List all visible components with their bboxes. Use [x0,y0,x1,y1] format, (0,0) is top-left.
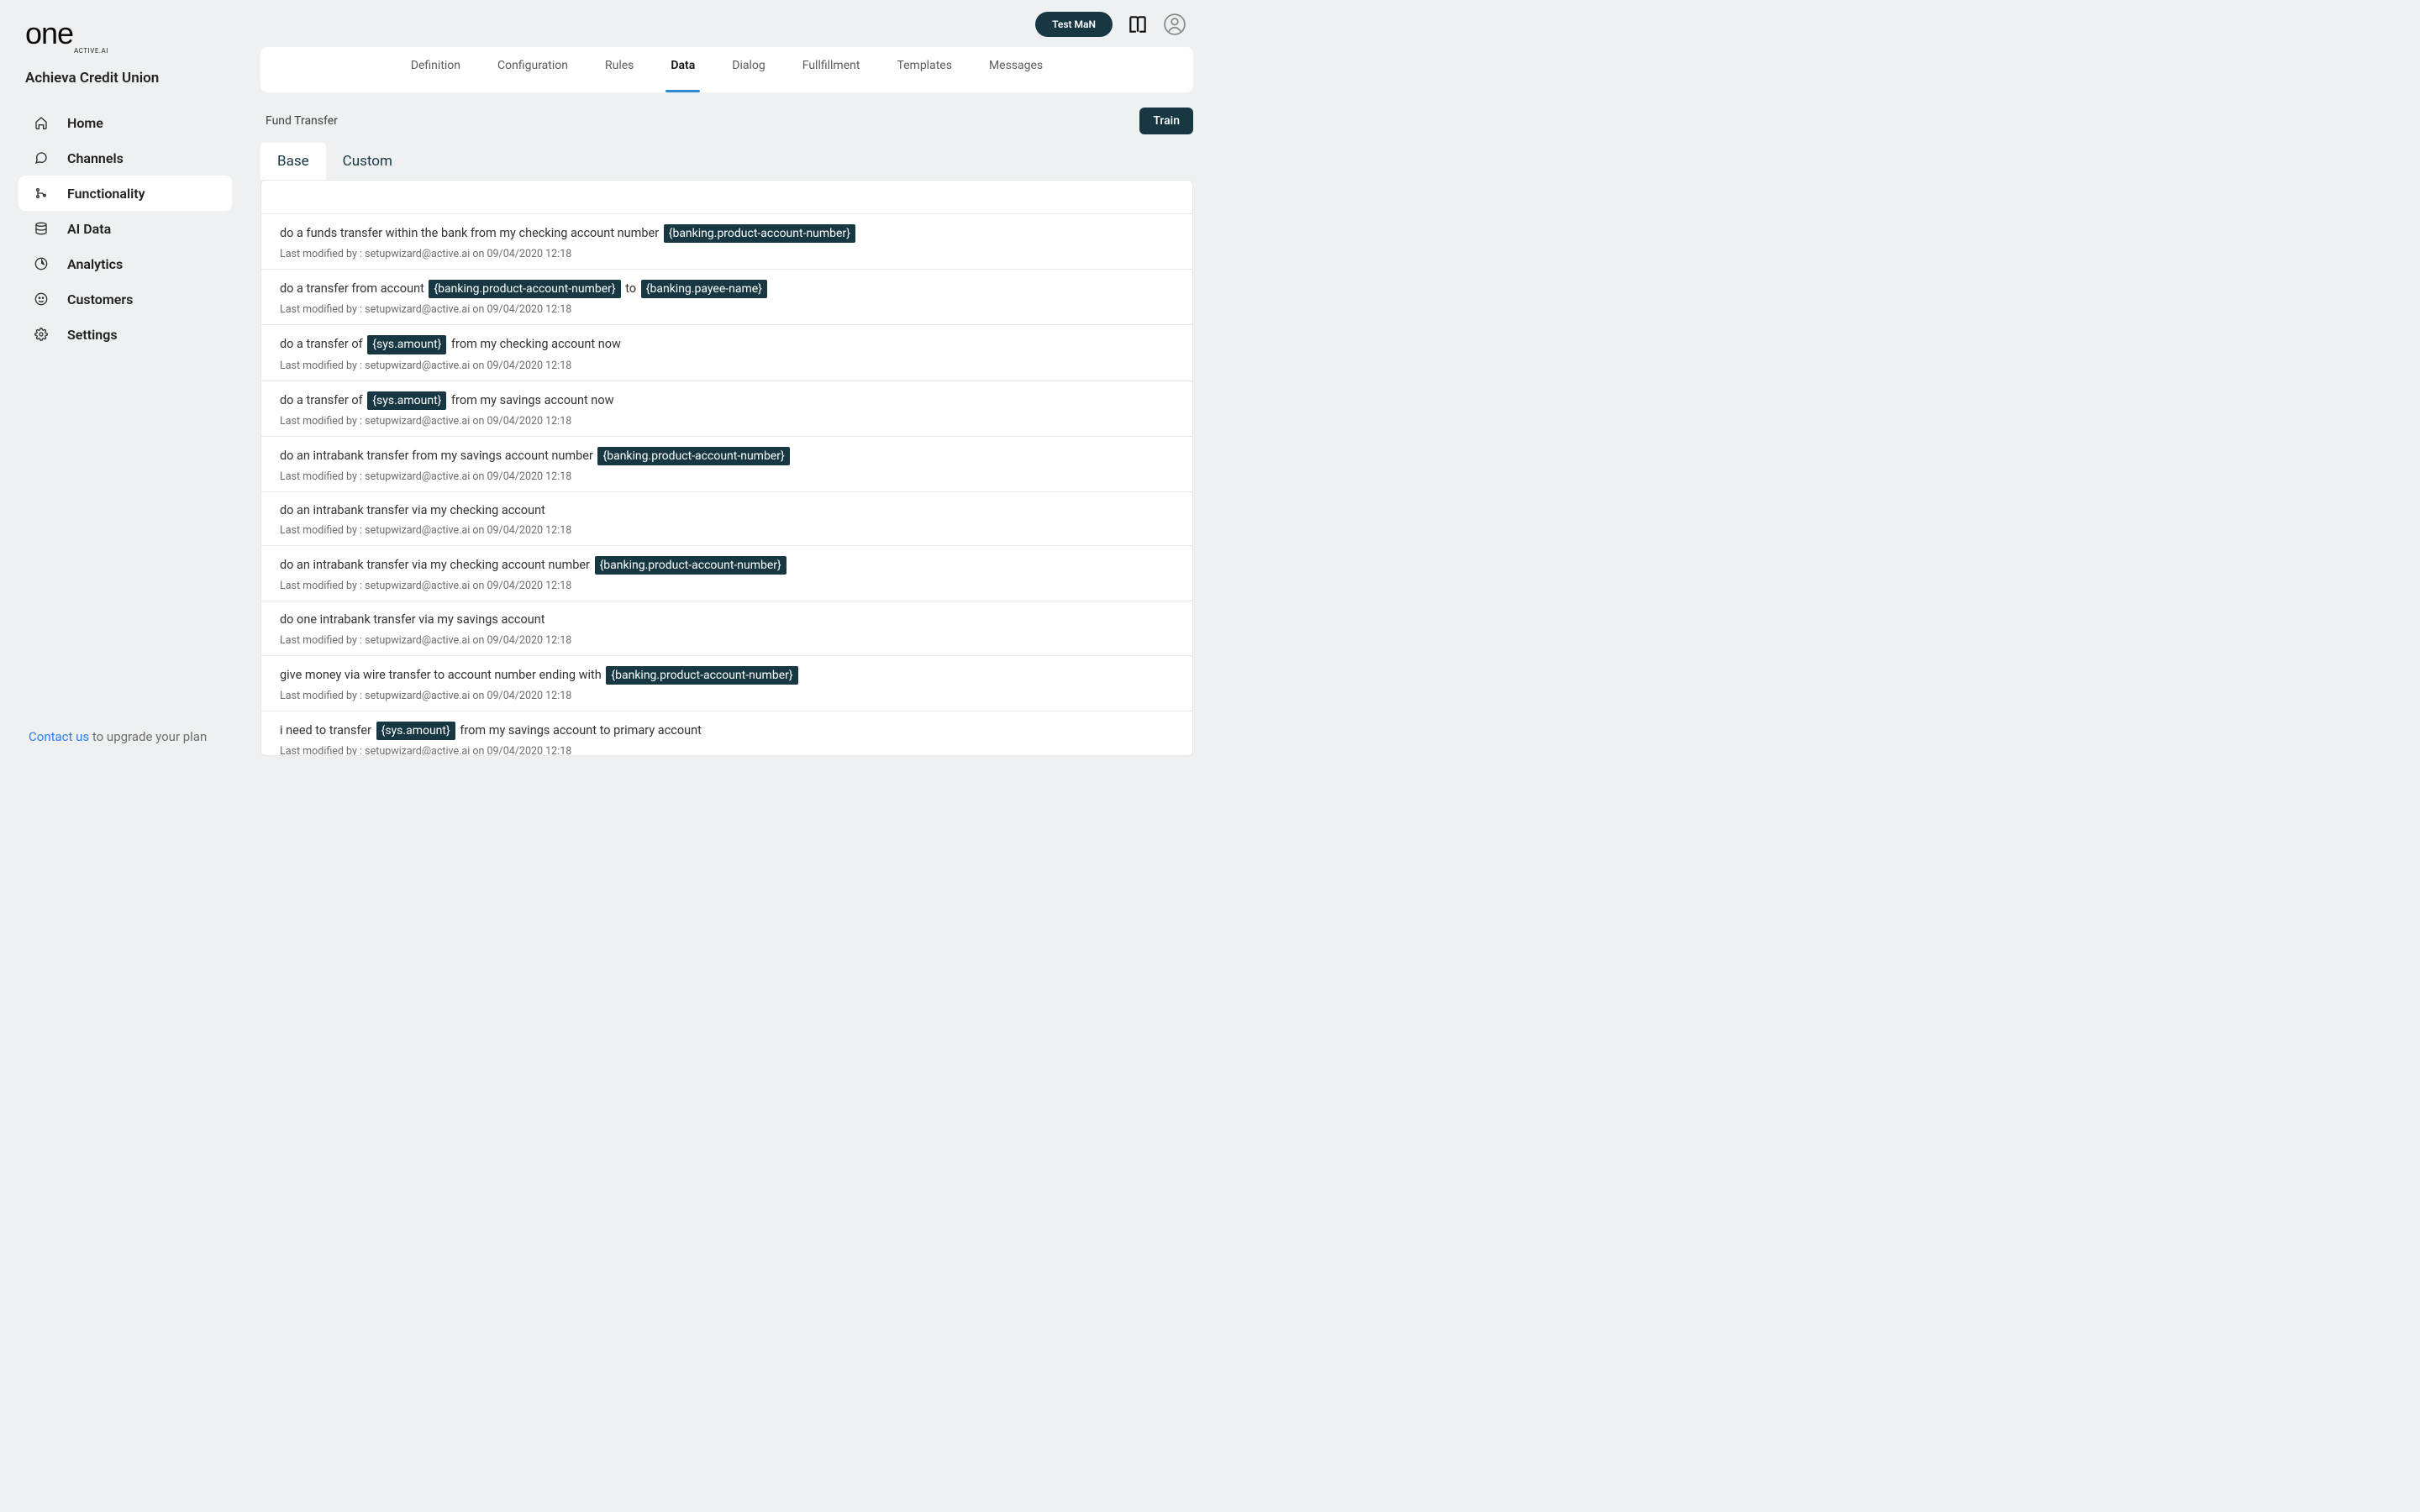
subtabs: Base Custom [244,143,1210,180]
tab-fullfillment[interactable]: Fullfillment [801,59,862,81]
sidebar: one ACTIVE.AI Achieva Credit Union Home … [0,0,244,756]
brand-logo: one ACTIVE.AI [0,0,244,60]
tab-configuration[interactable]: Configuration [496,59,570,81]
utterance-meta: Last modified by : setupwizard@active.ai… [280,415,1174,428]
channels-icon [34,151,49,165]
tab-definition[interactable]: Definition [409,59,462,81]
list-item[interactable]: do a transfer of {sys.amount} from my ch… [261,325,1192,381]
utterance-text: do a transfer from account {banking.prod… [280,280,1174,298]
list-item[interactable]: i need to transfer {sys.amount} from my … [261,711,1192,756]
topbar: Test MaN [244,0,1210,47]
sidebar-item-label: Channels [67,150,124,166]
utterance-text: do an intrabank transfer via my checking… [280,556,1174,575]
contact-us-link[interactable]: Contact us [29,729,89,744]
book-icon[interactable] [1126,13,1150,36]
tab-dialog[interactable]: Dialog [730,59,766,81]
sidebar-item-label: Customers [67,291,133,307]
sidebar-item-home[interactable]: Home [18,105,232,140]
sidebar-item-label: Functionality [67,186,145,202]
entity-chip: {banking.product-account-number} [429,280,620,298]
entity-chip: {banking.product-account-number} [664,224,855,243]
org-name: Achieva Credit Union [0,60,244,105]
sidebar-footer: Contact us to upgrade your plan [0,717,244,756]
list-item[interactable]: do one intrabank transfer via my savings… [261,601,1192,655]
tab-templates[interactable]: Templates [895,59,954,81]
utterance-list: do a funds transfer within the bank from… [260,180,1193,756]
brand-name: one [25,16,73,50]
utterance-meta: Last modified by : setupwizard@active.ai… [280,634,1174,647]
utterance-meta: Last modified by : setupwizard@active.ai… [280,303,1174,316]
entity-chip: {banking.product-account-number} [595,556,786,575]
utterance-text: do an intrabank transfer from my savings… [280,447,1174,465]
tabbar: Definition Configuration Rules Data Dial… [260,47,1193,92]
utterance-meta: Last modified by : setupwizard@active.ai… [280,524,1174,537]
sidebar-item-label: Analytics [67,256,123,272]
brand-subtitle: ACTIVE.AI [74,47,218,55]
list-item[interactable]: do a transfer from account {banking.prod… [261,270,1192,325]
entity-chip: {sys.amount} [376,722,455,740]
utterance-meta: Last modified by : setupwizard@active.ai… [280,745,1174,756]
subtab-base[interactable]: Base [260,143,326,180]
database-icon [34,222,49,235]
sidebar-item-label: Settings [67,327,118,343]
utterance-text: do a transfer of {sys.amount} from my ch… [280,335,1174,354]
tab-rules[interactable]: Rules [603,59,635,81]
account-badge[interactable]: Test MaN [1035,12,1113,37]
entity-chip: {banking.product-account-number} [597,447,789,465]
home-icon [34,116,49,129]
list-item[interactable]: do an intrabank transfer via my checking… [261,492,1192,546]
utterance-meta: Last modified by : setupwizard@active.ai… [280,360,1174,372]
sidebar-item-settings[interactable]: Settings [18,317,232,352]
subtab-custom[interactable]: Custom [326,143,409,180]
breadcrumb: Fund Transfer [260,114,338,128]
sidebar-item-label: AI Data [67,221,111,237]
train-button[interactable]: Train [1139,108,1193,134]
tab-messages[interactable]: Messages [987,59,1044,81]
entity-chip: {banking.product-account-number} [606,666,797,685]
footer-text: to upgrade your plan [89,729,207,744]
page-header: Fund Transfer Train [244,92,1210,143]
list-item[interactable]: do an intrabank transfer from my savings… [261,437,1192,492]
functionality-icon [34,186,49,200]
list-item[interactable]: give money via wire transfer to account … [261,656,1192,711]
utterance-text: do a transfer of {sys.amount} from my sa… [280,391,1174,410]
sidebar-item-label: Home [67,115,103,131]
utterance-text: do one intrabank transfer via my savings… [280,612,1174,628]
sidebar-nav: Home Channels Functionality AI Data Anal… [0,105,244,352]
sidebar-item-ai-data[interactable]: AI Data [18,211,232,246]
entity-chip: {sys.amount} [367,391,446,410]
utterance-text: give money via wire transfer to account … [280,666,1174,685]
entity-chip: {banking.payee-name} [641,280,767,298]
list-item[interactable]: do a transfer of {sys.amount} from my sa… [261,381,1192,437]
utterance-text: do an intrabank transfer via my checking… [280,502,1174,519]
list-item[interactable]: do a funds transfer within the bank from… [261,214,1192,270]
utterance-meta: Last modified by : setupwizard@active.ai… [280,580,1174,592]
sidebar-item-functionality[interactable]: Functionality [18,176,232,211]
main-content: Test MaN Definition Configuration Rules … [244,0,1210,756]
sidebar-item-analytics[interactable]: Analytics [18,246,232,281]
utterance-text: i need to transfer {sys.amount} from my … [280,722,1174,740]
utterance-meta: Last modified by : setupwizard@active.ai… [280,470,1174,483]
customers-icon [34,292,49,306]
utterance-meta: Last modified by : setupwizard@active.ai… [280,690,1174,702]
analytics-icon [34,257,49,270]
utterance-meta: Last modified by : setupwizard@active.ai… [280,248,1174,260]
sidebar-item-customers[interactable]: Customers [18,281,232,317]
entity-chip: {sys.amount} [367,335,446,354]
list-header [261,181,1192,214]
list-item[interactable]: do an intrabank transfer via my checking… [261,546,1192,601]
tab-data[interactable]: Data [669,59,697,81]
utterance-text: do a funds transfer within the bank from… [280,224,1174,243]
gear-icon [34,328,49,341]
user-avatar-icon[interactable] [1163,13,1186,36]
sidebar-item-channels[interactable]: Channels [18,140,232,176]
